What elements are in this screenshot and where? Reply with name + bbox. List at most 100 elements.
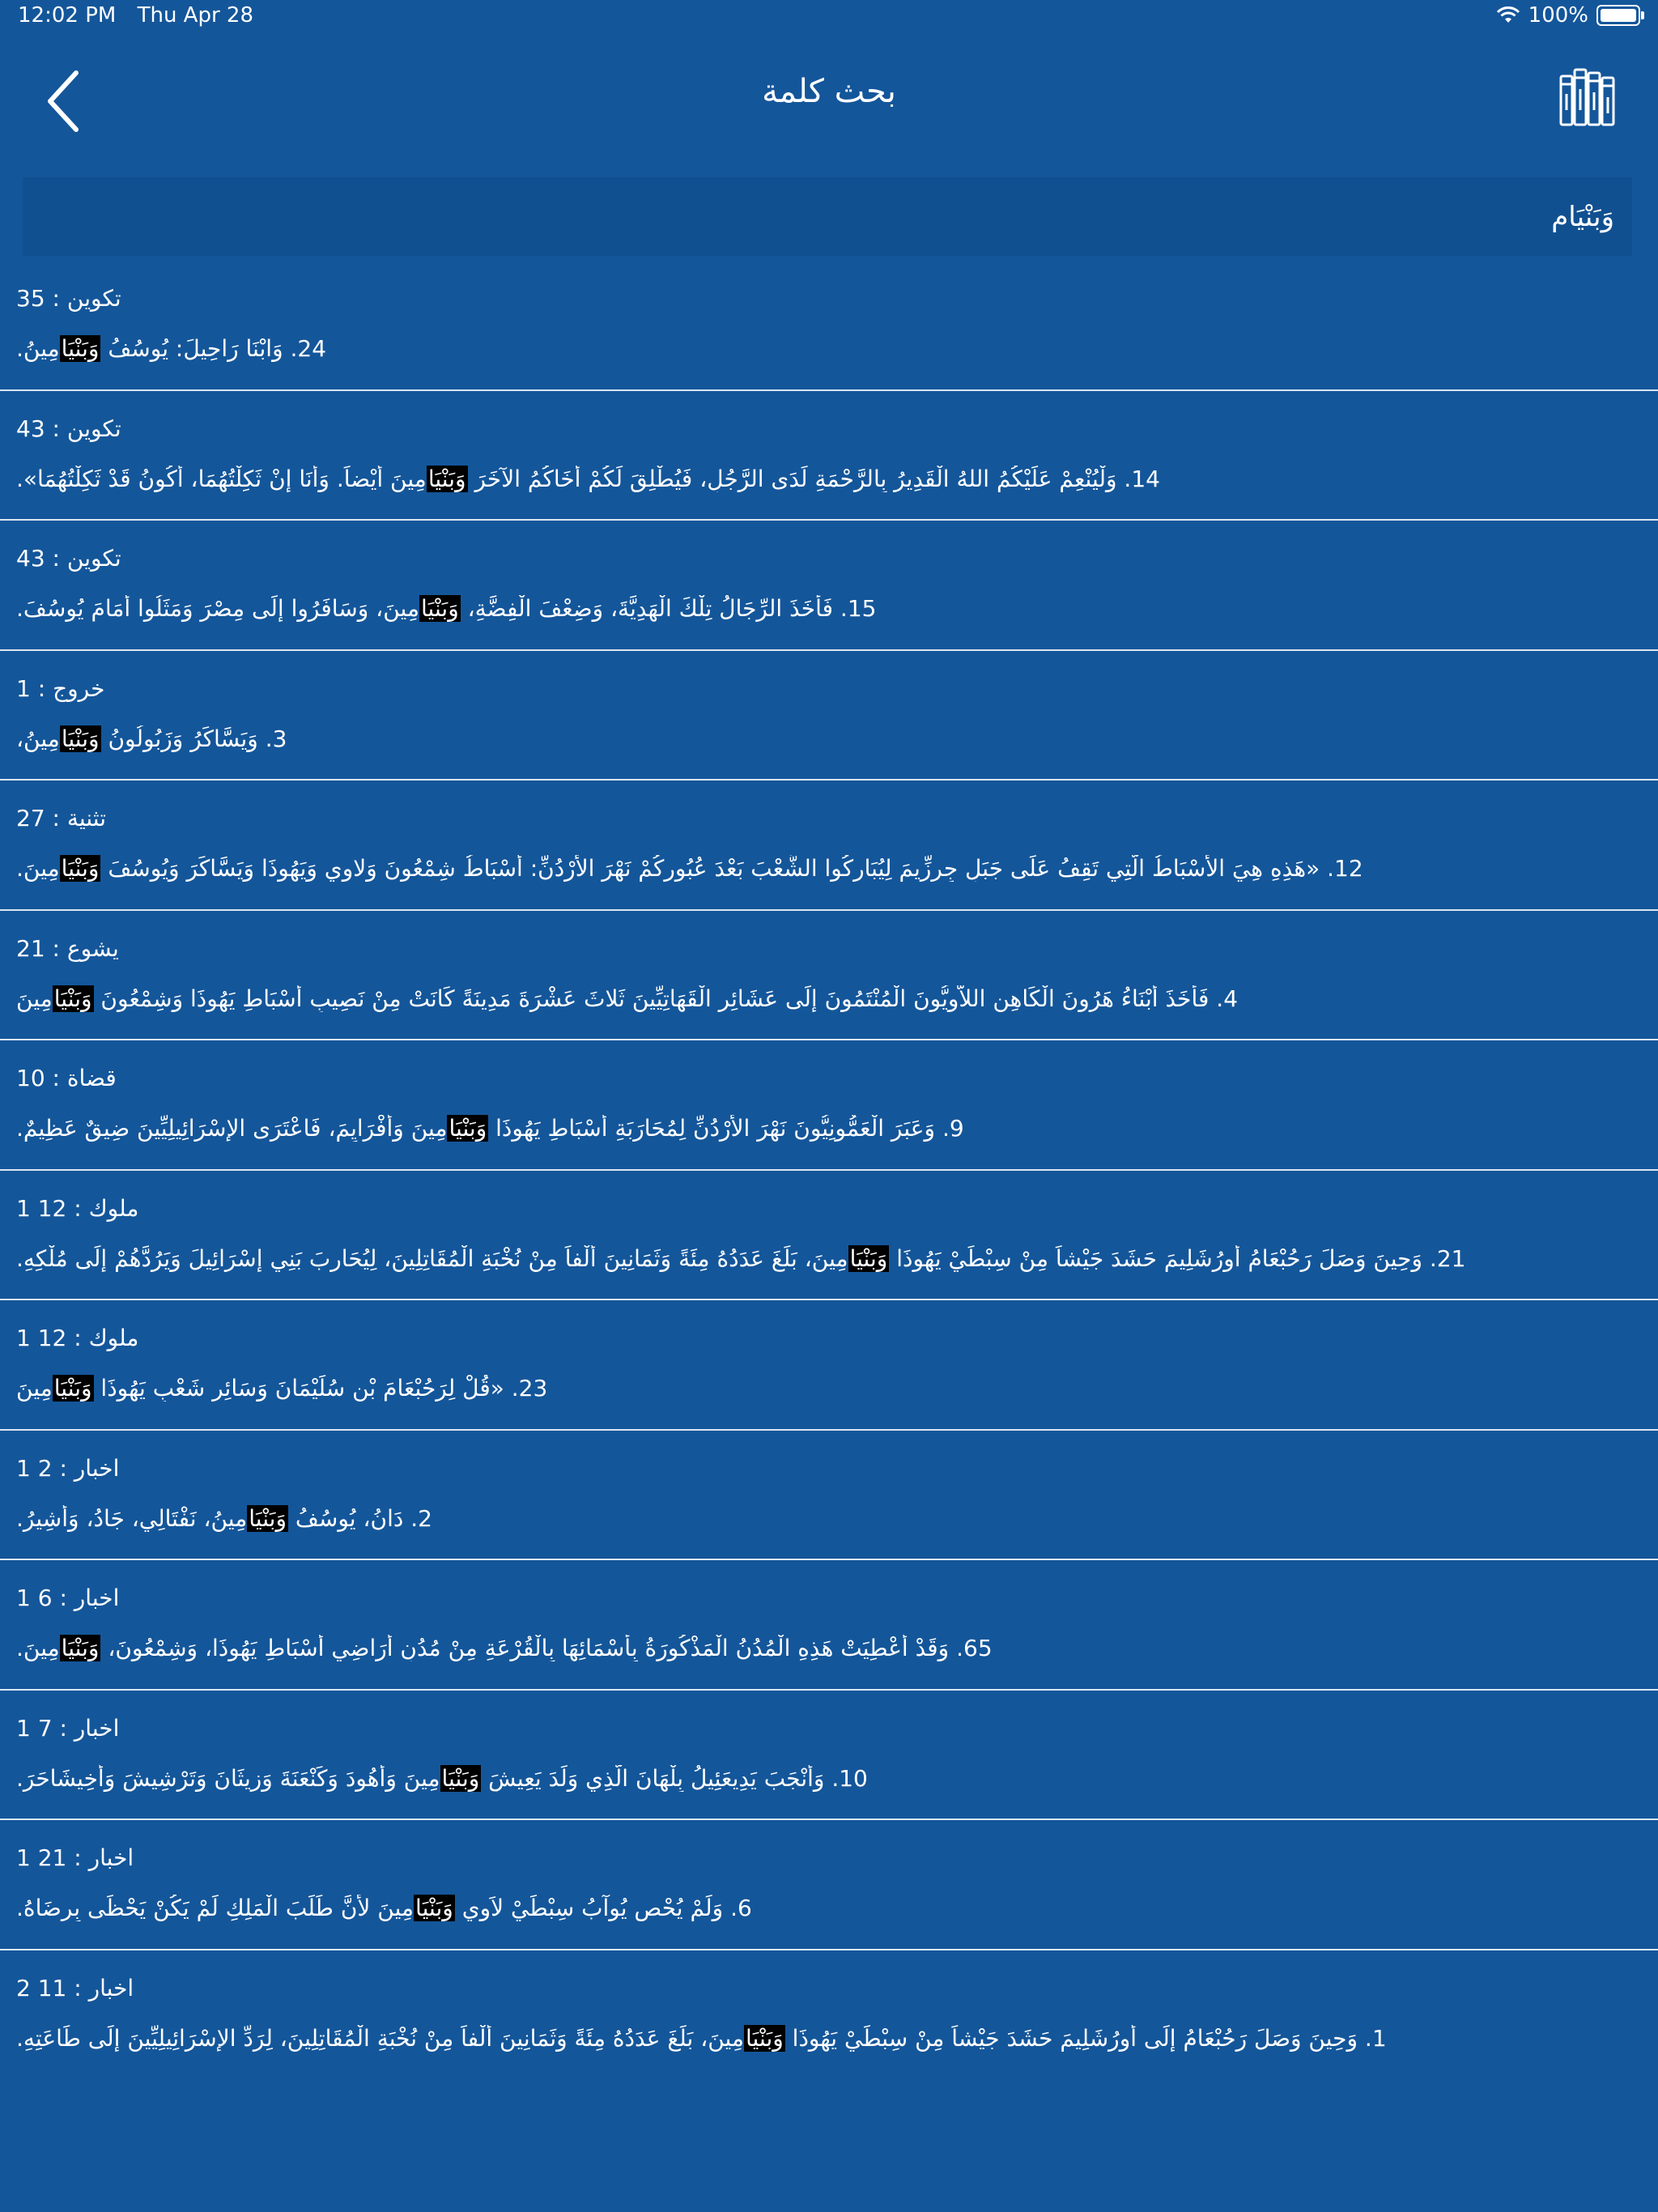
page-title: بحث كلمة: [762, 73, 896, 110]
verse-number: 23.: [511, 1375, 548, 1402]
verse-text-after: مِينُ.: [16, 335, 60, 362]
library-button[interactable]: [1558, 65, 1622, 130]
search-match-highlight: وَبَنْيَا: [59, 725, 101, 752]
verse-reference: تكوين : 35: [16, 285, 121, 312]
verse-reference: تكوين : 43: [16, 415, 121, 442]
verse-text: 24. وَابْنَا رَاحِيلَ: يُوسُفُ وَبَنْيَا…: [16, 335, 1642, 362]
search-match-highlight: وَبَنْيَا: [426, 465, 468, 492]
verse-reference: تكوين : 43: [16, 545, 121, 572]
verse-number: 10.: [831, 1764, 868, 1792]
verse-reference: يشوع : 21: [16, 934, 119, 962]
verse-text-before: وَحِينَ وَصَلَ رَحُبْعَامُ إِلَى أُورُشَ…: [784, 2024, 1365, 2052]
result-row[interactable]: خروج : 1 3. وَيَسَّاكَرُ وَزَبُولُونُ وَب…: [0, 651, 1658, 781]
verse-text: 6. وَلَمْ يُحْصِ يُوآبُ سِبْطَيْ لاَوِي …: [16, 1895, 1642, 1921]
navigation-bar: بحث كلمة: [0, 32, 1658, 170]
verse-number: 6.: [730, 1895, 752, 1921]
verse-reference: 1 ملوك : 12: [16, 1194, 139, 1222]
result-row[interactable]: 1 اخبار : 6 65. وَقَدْ أُعْطِيَتْ هَذِهِ …: [0, 1560, 1658, 1691]
verse-reference: خروج : 1: [16, 674, 105, 702]
verse-text-after: مِينَ.: [16, 855, 60, 882]
verse-text: 3. وَيَسَّاكَرُ وَزَبُولُونُ وَبَنْيَامِ…: [16, 725, 1642, 752]
result-row[interactable]: 1 اخبار : 2 2. دَانُ، يُوسُفُ وَبَنْيَامِ…: [0, 1431, 1658, 1560]
verse-text: 1. وَحِينَ وَصَلَ رَحُبْعَامُ إِلَى أُور…: [16, 2024, 1642, 2052]
verse-text-after: مِينَ: [16, 1375, 53, 1402]
verse-text-before: فَأَخَذَ أَبْنَاءُ هَرُونَ الْكَاهِنِ ال…: [93, 985, 1217, 1012]
verse-reference: 1 ملوك : 12: [16, 1325, 139, 1351]
verse-number: 2.: [410, 1504, 432, 1532]
verse-text-after: مِينَ، وَسَافَرُوا إِلَى مِصْرَ وَمَثَلُ…: [16, 595, 419, 622]
verse-text: 15. فَأَخَذَ الرِّجَالُ تِلْكَ الْهَدِيَ…: [16, 595, 1642, 622]
result-row[interactable]: 1 اخبار : 7 10. وَأَنْجَبَ يَدِيعَئِيلُ ب…: [0, 1691, 1658, 1820]
verse-text: 2. دَانُ، يُوسُفُ وَبَنْيَامِينُ، نَفْتَ…: [16, 1504, 1642, 1532]
verse-text-before: وَأَنْجَبَ يَدِيعَئِيلُ بِلْهَانَ الَّذِ…: [481, 1764, 832, 1792]
result-row[interactable]: تكوين : 43 15. فَأَخَذَ الرِّجَالُ تِلْكَ…: [0, 521, 1658, 651]
search-match-highlight: وَبَنْيَا: [52, 985, 94, 1012]
verse-reference: تثنية : 27: [16, 805, 107, 832]
battery-percent: 100%: [1528, 3, 1588, 28]
search-match-highlight: وَبَنْيَا: [414, 1895, 455, 1921]
verse-text-after: مِينَ، بَلَغَ عَدَدُهُ مِئَةً وَثَمَانِي…: [16, 1244, 848, 1272]
verse-text: 23. «قُلْ لِرَحُبْعَامَ بْنِ سُلَيْمَانَ…: [16, 1375, 1642, 1402]
books-icon: [1559, 68, 1615, 126]
search-input[interactable]: [40, 192, 1614, 241]
verse-number: 3.: [265, 725, 287, 752]
verse-number: 24.: [290, 335, 327, 362]
verse-text-before: وَيَسَّاكَرُ وَزَبُولُونُ: [100, 725, 266, 752]
result-row[interactable]: تكوين : 43 14. وَلْيُنْعِمْ عَلَيْكُمُ ال…: [0, 391, 1658, 521]
search-match-highlight: وَبَنْيَا: [59, 855, 101, 882]
search-match-highlight: وَبَنْيَا: [247, 1504, 288, 1532]
verse-text-before: فَأَخَذَ الرِّجَالُ تِلْكَ الْهَدِيَّةَ،…: [460, 595, 840, 622]
verse-number: 14.: [1124, 465, 1160, 492]
result-row[interactable]: يشوع : 21 4. فَأَخَذَ أَبْنَاءُ هَرُونَ ا…: [0, 911, 1658, 1040]
verse-text-after: مِينُ،: [16, 725, 60, 752]
battery-fill: [1601, 9, 1636, 22]
verse-number: 21.: [1429, 1244, 1466, 1272]
verse-text-before: دَانُ، يُوسُفُ: [288, 1504, 411, 1532]
status-indicators: 100%: [1496, 3, 1644, 28]
search-match-highlight: وَبَنْيَا: [59, 335, 101, 362]
verse-reference: 1 اخبار : 7: [16, 1714, 120, 1742]
status-bar: 12:02 PM Thu Apr 28 100%: [0, 0, 1658, 32]
verse-text-before: وَقَدْ أُعْطِيَتْ هَذِهِ الْمُدُنُ الْمَ…: [100, 1635, 957, 1661]
verse-number: 1.: [1364, 2024, 1387, 2052]
verse-text-before: «قُلْ لِرَحُبْعَامَ بْنِ سُلَيْمَانَ وَس…: [93, 1375, 512, 1402]
verse-reference: 1 اخبار : 21: [16, 1844, 134, 1871]
result-row[interactable]: 2 اخبار : 11 1. وَحِينَ وَصَلَ رَحُبْعَام…: [0, 1950, 1658, 2081]
verse-text: 65. وَقَدْ أُعْطِيَتْ هَذِهِ الْمُدُنُ ا…: [16, 1635, 1642, 1661]
result-row[interactable]: 1 ملوك : 12 21. وَحِينَ وَصَلَ رَحُبْعَام…: [0, 1171, 1658, 1300]
result-row[interactable]: تثنية : 27 12. «هَذِهِ هِيَ الأَسْبَاطُ ا…: [0, 781, 1658, 911]
verse-text-before: وَحِينَ وَصَلَ رَحُبْعَامُ أُورُشَلِيمَ …: [889, 1244, 1430, 1272]
verse-text: 21. وَحِينَ وَصَلَ رَحُبْعَامُ أُورُشَلِ…: [16, 1244, 1642, 1272]
verse-text: 4. فَأَخَذَ أَبْنَاءُ هَرُونَ الْكَاهِنِ…: [16, 985, 1642, 1012]
verse-number: 15.: [840, 595, 877, 622]
result-row[interactable]: قضاة : 10 9. وَعَبَرَ الْعَمُّونِيُّونَ ن…: [0, 1040, 1658, 1171]
verse-number: 4.: [1216, 985, 1239, 1012]
status-date: Thu Apr 28: [137, 3, 254, 28]
verse-number: 9.: [942, 1115, 964, 1142]
verse-text: 10. وَأَنْجَبَ يَدِيعَئِيلُ بِلْهَانَ ال…: [16, 1764, 1642, 1792]
search-match-highlight: وَبَنْيَا: [848, 1244, 890, 1272]
verse-text-after: مِينَ.: [16, 1635, 60, 1661]
verse-text-after: مِينَ: [16, 985, 53, 1012]
search-match-highlight: وَبَنْيَا: [440, 1764, 482, 1792]
result-row[interactable]: 1 ملوك : 12 23. «قُلْ لِرَحُبْعَامَ بْنِ …: [0, 1300, 1658, 1431]
verse-text-before: وَلَمْ يُحْصِ يُوآبُ سِبْطَيْ لاَوِي: [454, 1895, 731, 1921]
verse-reference: قضاة : 10: [16, 1065, 117, 1091]
verse-text-before: «هَذِهِ هِيَ الأَسْبَاطُ الَّتِي تَقِفُ …: [100, 855, 1328, 882]
verse-text-before: وَعَبَرَ الْعَمُّونِيُّونَ نَهْرَ الأُرْ…: [488, 1115, 942, 1142]
result-row[interactable]: 1 اخبار : 21 6. وَلَمْ يُحْصِ يُوآبُ سِبْ…: [0, 1820, 1658, 1950]
verse-text: 9. وَعَبَرَ الْعَمُّونِيُّونَ نَهْرَ الأ…: [16, 1115, 1642, 1142]
verse-text-after: مِينَ وَأَفْرَايِمَ، فَاعْتَرَى الإِسْرَ…: [16, 1115, 448, 1142]
search-match-highlight: وَبَنْيَا: [744, 2024, 785, 2052]
result-row[interactable]: تكوين : 35 24. وَابْنَا رَاحِيلَ: يُوسُفُ…: [0, 261, 1658, 391]
status-time: 12:02 PM: [18, 3, 117, 28]
search-match-highlight: وَبَنْيَا: [447, 1115, 489, 1142]
verse-reference: 1 اخبار : 2: [16, 1454, 120, 1482]
verse-reference: 1 اخبار : 6: [16, 1585, 120, 1611]
results-list: تكوين : 35 24. وَابْنَا رَاحِيلَ: يُوسُفُ…: [0, 261, 1658, 2080]
verse-text-after: مِينَ لأَنَّ طَلَبَ الْمَلِكِ لَمْ يَكُن…: [16, 1895, 414, 1921]
search-field[interactable]: [23, 177, 1632, 256]
wifi-icon: [1496, 6, 1520, 23]
verse-text-after: مِينَ وَأَهُودَ وَكَنْعَنَةَ وَزِيثَانَ …: [16, 1764, 440, 1792]
search-match-highlight: وَبَنْيَا: [59, 1635, 101, 1661]
